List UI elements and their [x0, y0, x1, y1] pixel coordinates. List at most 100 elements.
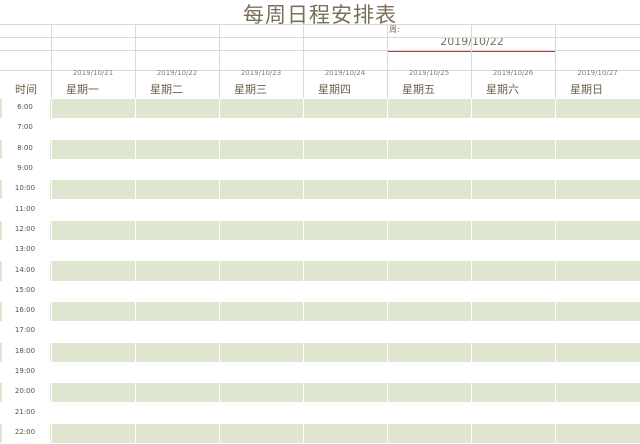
schedule-cell[interactable] — [220, 382, 303, 402]
schedule-cell[interactable] — [556, 403, 640, 423]
schedule-cell[interactable] — [388, 423, 471, 443]
schedule-cell[interactable] — [388, 382, 471, 402]
schedule-cell[interactable] — [136, 403, 219, 423]
schedule-cell[interactable] — [556, 321, 640, 341]
schedule-cell[interactable] — [556, 362, 640, 382]
schedule-cell[interactable] — [388, 200, 471, 220]
schedule-cell[interactable] — [472, 362, 555, 382]
schedule-cell[interactable] — [388, 403, 471, 423]
schedule-cell[interactable] — [136, 240, 219, 260]
schedule-cell[interactable] — [304, 159, 387, 179]
schedule-cell[interactable] — [304, 423, 387, 443]
schedule-cell[interactable] — [472, 382, 555, 402]
schedule-cell[interactable] — [52, 200, 135, 220]
schedule-cell[interactable] — [220, 260, 303, 280]
schedule-cell[interactable] — [388, 342, 471, 362]
schedule-cell[interactable] — [136, 301, 219, 321]
schedule-cell[interactable] — [472, 200, 555, 220]
schedule-cell[interactable] — [136, 260, 219, 280]
schedule-cell[interactable] — [220, 200, 303, 220]
schedule-cell[interactable] — [52, 362, 135, 382]
schedule-cell[interactable] — [136, 423, 219, 443]
schedule-cell[interactable] — [52, 98, 135, 118]
schedule-cell[interactable] — [220, 220, 303, 240]
schedule-cell[interactable] — [556, 200, 640, 220]
schedule-cell[interactable] — [220, 281, 303, 301]
schedule-cell[interactable] — [388, 321, 471, 341]
schedule-cell[interactable] — [556, 281, 640, 301]
schedule-cell[interactable] — [304, 240, 387, 260]
schedule-cell[interactable] — [472, 301, 555, 321]
schedule-cell[interactable] — [52, 321, 135, 341]
schedule-cell[interactable] — [472, 240, 555, 260]
schedule-cell[interactable] — [304, 362, 387, 382]
schedule-cell[interactable] — [304, 342, 387, 362]
schedule-cell[interactable] — [304, 382, 387, 402]
schedule-cell[interactable] — [304, 98, 387, 118]
schedule-cell[interactable] — [388, 220, 471, 240]
schedule-cell[interactable] — [472, 281, 555, 301]
schedule-cell[interactable] — [220, 321, 303, 341]
schedule-cell[interactable] — [52, 301, 135, 321]
schedule-cell[interactable] — [388, 159, 471, 179]
schedule-cell[interactable] — [52, 179, 135, 199]
schedule-cell[interactable] — [304, 281, 387, 301]
schedule-cell[interactable] — [220, 139, 303, 159]
schedule-cell[interactable] — [556, 220, 640, 240]
schedule-cell[interactable] — [472, 179, 555, 199]
schedule-cell[interactable] — [52, 118, 135, 138]
schedule-cell[interactable] — [220, 301, 303, 321]
schedule-cell[interactable] — [220, 98, 303, 118]
schedule-cell[interactable] — [136, 118, 219, 138]
schedule-cell[interactable] — [472, 220, 555, 240]
schedule-cell[interactable] — [472, 321, 555, 341]
schedule-cell[interactable] — [304, 118, 387, 138]
schedule-cell[interactable] — [388, 260, 471, 280]
schedule-cell[interactable] — [52, 220, 135, 240]
schedule-cell[interactable] — [304, 220, 387, 240]
schedule-cell[interactable] — [556, 240, 640, 260]
schedule-cell[interactable] — [472, 260, 555, 280]
schedule-cell[interactable] — [220, 240, 303, 260]
schedule-cell[interactable] — [388, 281, 471, 301]
schedule-cell[interactable] — [388, 240, 471, 260]
schedule-cell[interactable] — [472, 403, 555, 423]
schedule-cell[interactable] — [136, 362, 219, 382]
schedule-cell[interactable] — [304, 403, 387, 423]
schedule-cell[interactable] — [52, 423, 135, 443]
schedule-cell[interactable] — [52, 342, 135, 362]
schedule-cell[interactable] — [304, 200, 387, 220]
schedule-cell[interactable] — [136, 342, 219, 362]
schedule-cell[interactable] — [52, 403, 135, 423]
schedule-cell[interactable] — [304, 301, 387, 321]
schedule-cell[interactable] — [220, 179, 303, 199]
schedule-cell[interactable] — [304, 139, 387, 159]
schedule-cell[interactable] — [220, 423, 303, 443]
schedule-cell[interactable] — [52, 139, 135, 159]
schedule-cell[interactable] — [136, 382, 219, 402]
schedule-cell[interactable] — [556, 139, 640, 159]
schedule-cell[interactable] — [472, 342, 555, 362]
schedule-cell[interactable] — [136, 179, 219, 199]
schedule-cell[interactable] — [220, 403, 303, 423]
schedule-cell[interactable] — [556, 260, 640, 280]
schedule-cell[interactable] — [556, 118, 640, 138]
schedule-cell[interactable] — [472, 423, 555, 443]
schedule-cell[interactable] — [136, 220, 219, 240]
schedule-cell[interactable] — [136, 139, 219, 159]
schedule-cell[interactable] — [304, 260, 387, 280]
schedule-cell[interactable] — [136, 98, 219, 118]
schedule-cell[interactable] — [388, 301, 471, 321]
schedule-cell[interactable] — [136, 159, 219, 179]
schedule-cell[interactable] — [556, 159, 640, 179]
schedule-cell[interactable] — [388, 362, 471, 382]
schedule-cell[interactable] — [52, 281, 135, 301]
schedule-cell[interactable] — [220, 362, 303, 382]
schedule-cell[interactable] — [304, 321, 387, 341]
schedule-cell[interactable] — [136, 200, 219, 220]
schedule-cell[interactable] — [52, 260, 135, 280]
schedule-cell[interactable] — [388, 98, 471, 118]
schedule-cell[interactable] — [220, 118, 303, 138]
schedule-cell[interactable] — [136, 321, 219, 341]
schedule-cell[interactable] — [556, 301, 640, 321]
